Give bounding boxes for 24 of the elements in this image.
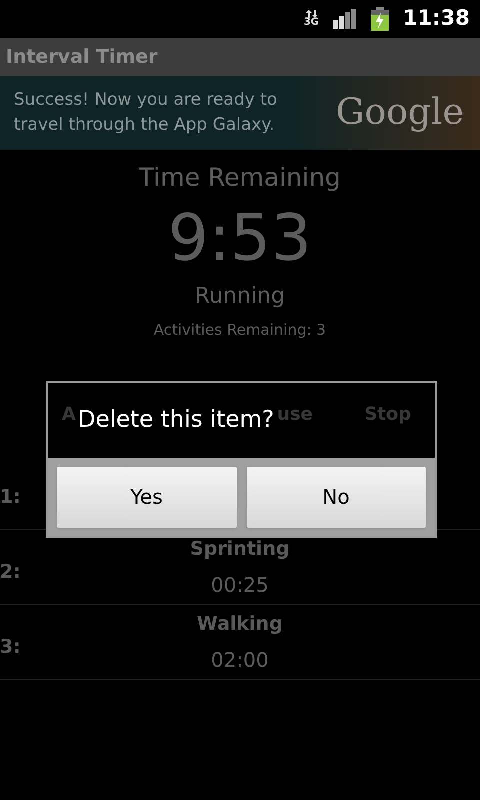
battery-charging-icon	[371, 7, 390, 31]
dialog-button[interactable]: Yes	[57, 466, 236, 528]
activity-duration: 00:25	[211, 572, 269, 598]
activity-duration: 02:00	[211, 647, 269, 673]
timer-state: Running	[194, 283, 286, 311]
time-remaining-label: Time Remaining	[139, 162, 341, 194]
activity-number: 1:	[0, 485, 21, 510]
activity-number: 3:	[0, 635, 21, 660]
activity-number: 2:	[0, 560, 21, 585]
activity-row[interactable]: 3: Walking 02:00	[0, 605, 480, 680]
data-arrows-icon	[306, 10, 318, 18]
time-display: 9:53	[168, 206, 312, 272]
activities-remaining: Activities Remaining: 3	[154, 320, 326, 340]
clock: 11:38	[403, 5, 470, 32]
signal-icon	[333, 9, 358, 29]
app-title: Interval Timer	[6, 44, 158, 70]
activity-name: Sprinting	[190, 537, 290, 562]
ad-logo: Google	[336, 91, 464, 135]
ad-banner[interactable]: Success! Now you are ready to travel through the App Galaxy. Google	[0, 76, 480, 150]
network-indicator: 3G	[304, 10, 320, 28]
dialog-title: Delete this item?	[78, 406, 274, 436]
ad-text: Success! Now you are ready to travel through the App Galaxy.	[14, 89, 278, 137]
activity-name: Walking	[197, 612, 283, 637]
dialog-button[interactable]: No	[246, 466, 426, 528]
